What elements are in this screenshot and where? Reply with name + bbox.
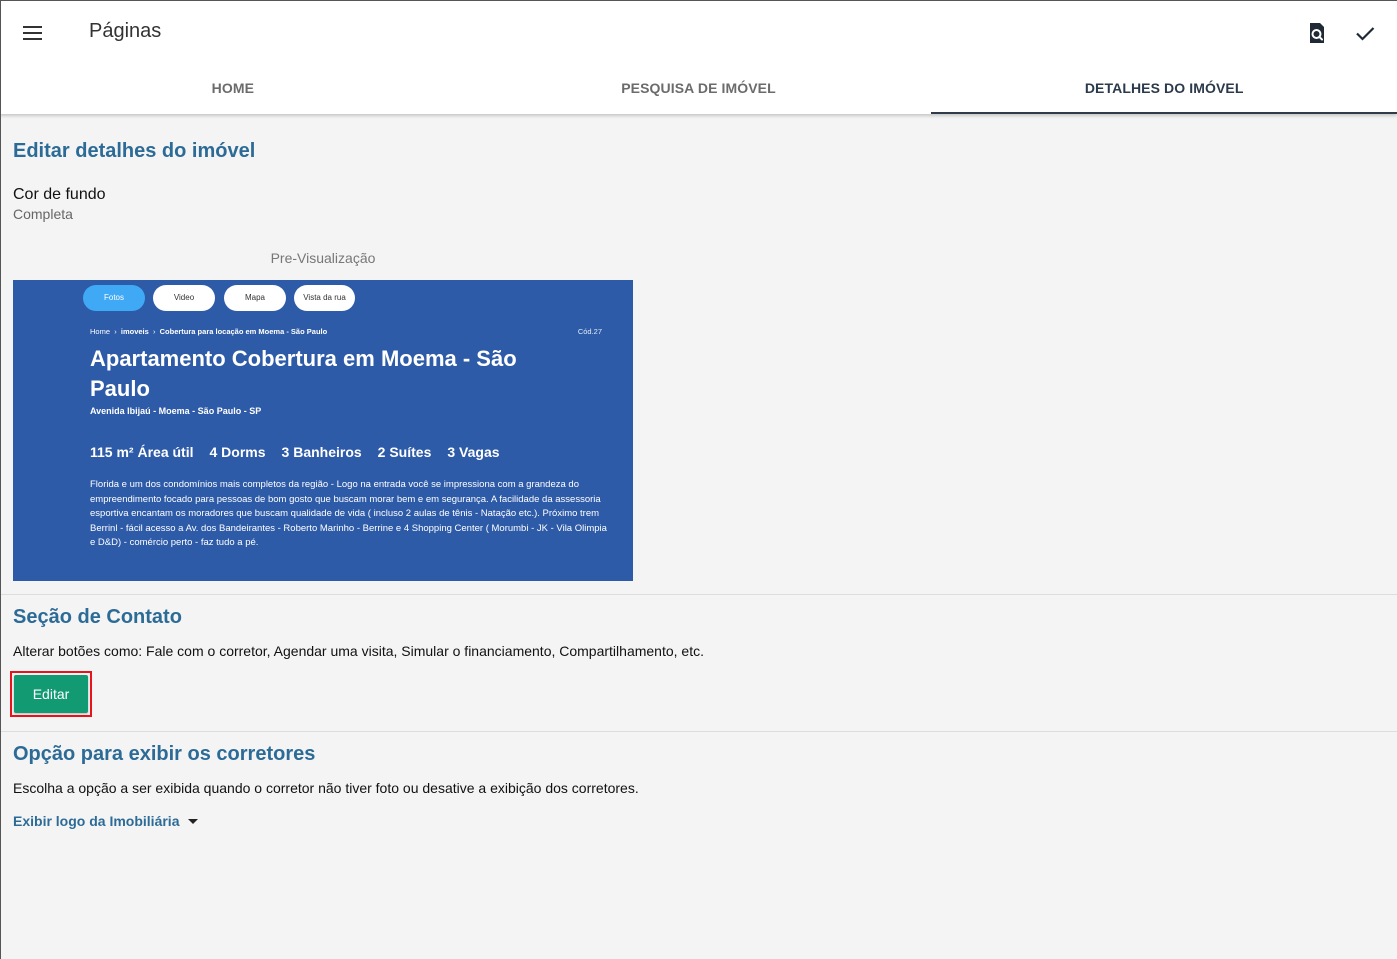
breadcrumb-imoveis[interactable]: imoveis bbox=[121, 327, 149, 336]
tab-bar: HOME PESQUISA DE IMÓVEL DETALHES DO IMÓV… bbox=[0, 62, 1397, 114]
property-description: Florida e um dos condomínios mais comple… bbox=[90, 479, 607, 548]
preview-search-icon[interactable] bbox=[1305, 21, 1329, 45]
property-features: 115 m² Área útil 4 Dorms 3 Banheiros 2 S… bbox=[90, 444, 500, 460]
property-title: Apartamento Cobertura em Moema - São Pau… bbox=[90, 346, 517, 401]
street-view-button[interactable]: Vista da rua bbox=[294, 285, 355, 311]
video-button[interactable]: Video bbox=[153, 285, 215, 311]
feature-bathrooms: 3 Banheiros bbox=[281, 444, 362, 460]
feature-parking: 3 Vagas bbox=[447, 444, 500, 460]
brokers-section-description: Escolha a opção a ser exibida quando o c… bbox=[13, 780, 639, 796]
divider bbox=[1, 594, 1397, 595]
breadcrumb-separator: › bbox=[152, 327, 156, 336]
tab-property-search[interactable]: PESQUISA DE IMÓVEL bbox=[466, 62, 932, 114]
property-code: Cód.27 bbox=[577, 327, 602, 336]
breadcrumb-separator: › bbox=[114, 327, 117, 336]
property-address: Avenida Ibijaú - Moema - São Paulo - SP bbox=[90, 406, 262, 416]
broker-display-selected-value: Exibir logo da Imobiliária bbox=[13, 813, 180, 829]
contact-section-description: Alterar botões como: Fale com o corretor… bbox=[13, 643, 704, 659]
details-section-title: Editar detalhes do imóvel bbox=[13, 140, 256, 162]
app-bar: Páginas HOME PESQUISA DE IMÓVEL DETALHES… bbox=[0, 0, 1397, 114]
tab-property-details[interactable]: DETALHES DO IMÓVEL bbox=[931, 62, 1397, 114]
page-title: Páginas bbox=[89, 20, 162, 42]
tab-home[interactable]: HOME bbox=[0, 62, 466, 114]
photos-button[interactable]: Fotos bbox=[83, 285, 145, 311]
background-color-value[interactable]: Completa bbox=[13, 206, 73, 222]
divider bbox=[1, 731, 1397, 732]
feature-suites: 2 Suítes bbox=[377, 444, 432, 460]
brokers-section-title: Opção para exibir os corretores bbox=[13, 743, 316, 765]
contact-section-title: Seção de Contato bbox=[13, 606, 182, 628]
breadcrumb-current: Cobertura para locação em Moema - São Pa… bbox=[159, 327, 328, 336]
edit-contact-button[interactable]: Editar bbox=[14, 675, 88, 713]
preview-caption: Pre-Visualização bbox=[270, 250, 376, 266]
feature-area: 115 m² Área útil bbox=[90, 444, 194, 460]
map-button[interactable]: Mapa bbox=[224, 285, 286, 311]
menu-icon[interactable] bbox=[22, 21, 44, 43]
breadcrumb: Home › imoveis › Cobertura para locação … bbox=[90, 327, 327, 336]
caret-down-icon bbox=[188, 818, 199, 824]
broker-display-select[interactable]: Exibir logo da Imobiliária bbox=[13, 813, 199, 829]
background-color-label: Cor de fundo bbox=[13, 186, 106, 203]
feature-dorms: 4 Dorms bbox=[209, 444, 266, 460]
breadcrumb-home[interactable]: Home bbox=[90, 327, 110, 336]
property-preview: Fotos Video Mapa Vista da rua Home › imo… bbox=[13, 280, 633, 581]
check-icon[interactable] bbox=[1353, 21, 1377, 45]
